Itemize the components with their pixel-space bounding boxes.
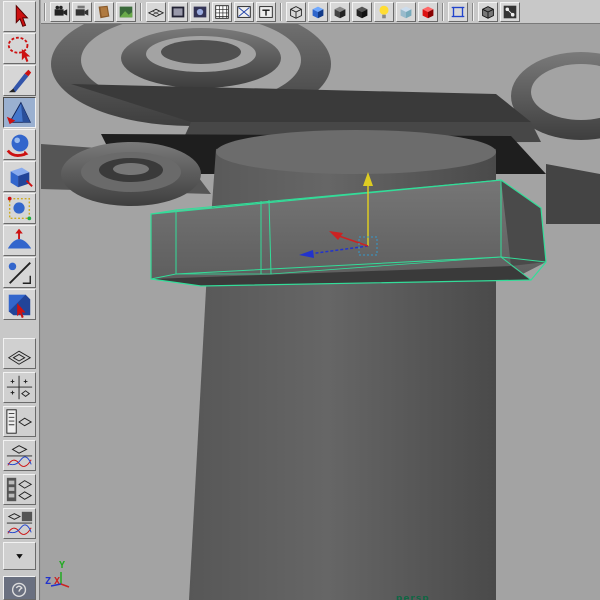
high-quality-button[interactable] bbox=[500, 2, 520, 22]
chevron-down-icon bbox=[16, 554, 23, 559]
viewport-toolbar bbox=[41, 0, 600, 24]
field-chart-button[interactable] bbox=[234, 2, 254, 22]
wireframe-on-shaded-button[interactable] bbox=[478, 2, 498, 22]
rotate-icon bbox=[6, 134, 29, 157]
outliner-icon bbox=[6, 409, 33, 434]
lights-button[interactable] bbox=[374, 2, 394, 22]
camera-name-label: persp bbox=[396, 594, 430, 600]
scale-icon bbox=[10, 167, 33, 188]
bookmarks-icon bbox=[98, 5, 110, 19]
field-chart-icon bbox=[237, 6, 251, 18]
select-camera-icon bbox=[54, 5, 68, 16]
shadows-icon bbox=[356, 6, 368, 19]
scale-tool-button[interactable] bbox=[3, 161, 36, 192]
perspective-outliner-layout-button[interactable] bbox=[3, 406, 36, 437]
universal-icon bbox=[7, 196, 32, 221]
layout-dropdown-button[interactable] bbox=[3, 542, 36, 570]
gate-mask-button[interactable] bbox=[212, 2, 232, 22]
image-plane-icon bbox=[119, 6, 133, 18]
graph-hypershade-icon bbox=[6, 511, 33, 535]
wireframe-icon bbox=[290, 6, 302, 19]
graph-icon bbox=[6, 445, 33, 467]
gate-mask-icon bbox=[215, 5, 229, 19]
shadows-button[interactable] bbox=[352, 2, 372, 22]
grid-button[interactable] bbox=[146, 2, 166, 22]
perspective-graph-layout-button[interactable] bbox=[3, 440, 36, 471]
perspective-viewport[interactable]: Z X Y persp bbox=[41, 24, 600, 600]
safe-action-icon bbox=[259, 6, 273, 18]
camera-attributes-icon bbox=[75, 5, 89, 16]
grid-icon bbox=[147, 8, 165, 18]
perspective-graph-hypershade-layout-button[interactable] bbox=[3, 508, 36, 539]
film-gate-icon bbox=[171, 6, 185, 18]
xray-icon bbox=[422, 6, 434, 19]
toolbar-separator bbox=[44, 3, 46, 21]
universal-manipulator-button[interactable] bbox=[3, 193, 36, 224]
select-camera-button[interactable] bbox=[50, 2, 70, 22]
textures-button[interactable] bbox=[396, 2, 416, 22]
help-icon bbox=[11, 582, 27, 597]
xray-button[interactable] bbox=[418, 2, 438, 22]
four-view-icon bbox=[6, 375, 33, 400]
smooth-shade-button[interactable] bbox=[308, 2, 328, 22]
safe-action-button[interactable] bbox=[256, 2, 276, 22]
scene-canvas[interactable] bbox=[41, 24, 600, 600]
isolate-select-button[interactable] bbox=[448, 2, 468, 22]
lasso-tool-button[interactable] bbox=[3, 33, 36, 64]
isolate-select-icon bbox=[451, 6, 465, 18]
brush-icon bbox=[8, 69, 32, 93]
arrow-icon bbox=[15, 4, 29, 27]
capital-scroll-front bbox=[61, 142, 201, 206]
wireframe-on-shaded-icon bbox=[482, 6, 494, 19]
resolution-gate-icon bbox=[193, 6, 207, 18]
hypershade-perspective-layout-button[interactable] bbox=[3, 474, 36, 505]
soft-modification-tool-button[interactable] bbox=[3, 225, 36, 256]
move-icon bbox=[6, 101, 31, 125]
last-tool-icon bbox=[8, 294, 31, 319]
hypershade-icon bbox=[6, 477, 33, 502]
select-tool-button[interactable] bbox=[3, 1, 36, 32]
toolbar-separator bbox=[472, 3, 474, 21]
lights-icon bbox=[379, 5, 389, 19]
toolbar-separator bbox=[280, 3, 282, 21]
flat-shade-button[interactable] bbox=[330, 2, 350, 22]
toolbar-separator bbox=[442, 3, 444, 21]
high-quality-icon bbox=[503, 5, 517, 19]
bookmarks-button[interactable] bbox=[94, 2, 114, 22]
film-gate-button[interactable] bbox=[168, 2, 188, 22]
manipulator-icon bbox=[8, 262, 31, 284]
toolbar-separator bbox=[140, 3, 142, 21]
smooth-shade-icon bbox=[312, 6, 324, 19]
paint-select-tool-button[interactable] bbox=[3, 65, 36, 96]
single-perspective-view-button[interactable] bbox=[3, 338, 36, 369]
textures-icon bbox=[400, 6, 412, 19]
last-tool-used-button[interactable] bbox=[3, 289, 36, 320]
resolution-gate-button[interactable] bbox=[190, 2, 210, 22]
show-manipulator-tool-button[interactable] bbox=[3, 257, 36, 288]
image-plane-button[interactable] bbox=[116, 2, 136, 22]
flat-shade-icon bbox=[334, 6, 346, 19]
wireframe-button[interactable] bbox=[286, 2, 306, 22]
camera-attributes-button[interactable] bbox=[72, 2, 92, 22]
move-tool-button[interactable] bbox=[3, 97, 36, 128]
column-top bbox=[216, 130, 496, 174]
perspective-view-icon bbox=[7, 350, 32, 365]
lasso-icon bbox=[7, 36, 31, 63]
rotate-tool-button[interactable] bbox=[3, 129, 36, 160]
view-axis-icon bbox=[50, 572, 70, 588]
help-line-button[interactable] bbox=[3, 576, 36, 600]
toolbox bbox=[0, 0, 40, 600]
soft-mod-icon bbox=[7, 228, 32, 249]
four-view-layout-button[interactable] bbox=[3, 372, 36, 403]
